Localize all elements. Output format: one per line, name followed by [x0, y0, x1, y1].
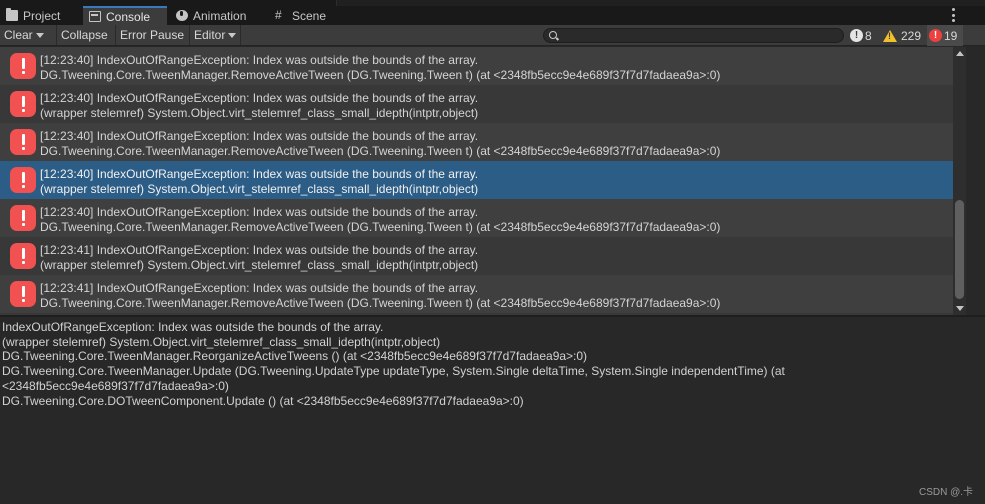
error-count-toggle[interactable]: ! 19 [927, 25, 963, 46]
error-icon [10, 167, 36, 193]
info-count: 8 [865, 28, 872, 43]
adjacent-panel-strip [336, 0, 985, 6]
scene-icon: # [275, 8, 282, 22]
log-entry[interactable]: [12:23:40] IndexOutOfRangeException: Ind… [0, 123, 953, 161]
tab-console[interactable]: Console [83, 6, 167, 25]
log-message: [12:23:41] IndexOutOfRangeException: Ind… [40, 281, 479, 295]
watermark: CSDN @.卡 [919, 487, 974, 498]
log-stack-line: DG.Tweening.Core.TweenManager.RemoveActi… [40, 220, 721, 234]
clear-label: Clear [4, 28, 33, 42]
log-message: [12:23:40] IndexOutOfRangeException: Ind… [40, 167, 479, 181]
log-message: [12:23:41] IndexOutOfRangeException: Ind… [40, 243, 479, 257]
search-icon [549, 31, 557, 39]
log-stack-line: DG.Tweening.Core.TweenManager.RemoveActi… [40, 68, 721, 82]
error-count: 19 [944, 28, 958, 43]
log-message: [12:23:40] IndexOutOfRangeException: Ind… [40, 91, 479, 105]
error-icon: ! [929, 29, 942, 42]
chevron-down-icon [228, 32, 237, 38]
detail-line: DG.Tweening.Core.DOTweenComponent.Update… [2, 394, 524, 408]
chevron-down-icon [35, 32, 44, 38]
log-stack-line: (wrapper stelemref) System.Object.virt_s… [40, 106, 479, 120]
search-field[interactable] [543, 28, 844, 43]
stack-trace-detail: IndexOutOfRangeException: Index was outs… [0, 317, 985, 504]
warning-icon [883, 29, 897, 42]
collapse-label: Collapse [61, 28, 108, 42]
log-message: [12:23:40] IndexOutOfRangeException: Ind… [40, 53, 479, 67]
log-list-scrollbar[interactable] [953, 47, 966, 315]
info-count-toggle[interactable]: ! 8 [848, 25, 876, 46]
detail-line: IndexOutOfRangeException: Index was outs… [2, 320, 384, 334]
log-entry[interactable]: [12:23:41] IndexOutOfRangeException: Ind… [0, 275, 953, 313]
log-stack-line: (wrapper stelemref) System.Object.virt_s… [40, 258, 479, 272]
error-icon [10, 281, 36, 307]
panel-menu-icon[interactable] [946, 8, 960, 22]
warning-count: 229 [901, 28, 922, 43]
error-icon [10, 243, 36, 269]
log-message: [12:23:40] IndexOutOfRangeException: Ind… [40, 129, 479, 143]
clear-button[interactable]: Clear [0, 25, 57, 45]
window-tab-bar: Project Console Animation # Scene [0, 0, 985, 25]
console-icon [89, 11, 101, 22]
tab-label: Animation [193, 8, 247, 23]
error-icon [10, 129, 36, 155]
detail-line: (wrapper stelemref) System.Object.virt_s… [2, 335, 441, 349]
log-stack-line: (wrapper stelemref) System.Object.virt_s… [40, 182, 479, 196]
scroll-down-icon[interactable] [956, 306, 964, 311]
error-pause-button[interactable]: Error Pause [116, 25, 190, 45]
detail-line: <2348fb5ecc9e4e689f37f7d7fadaea9a>:0) [2, 379, 229, 393]
search-input[interactable] [560, 29, 840, 42]
log-entry[interactable]: [12:23:40] IndexOutOfRangeException: Ind… [0, 199, 953, 237]
console-toolbar: Clear Collapse Error Pause Editor ! 8 22… [0, 25, 985, 46]
info-icon: ! [850, 29, 863, 42]
detail-line: DG.Tweening.Core.TweenManager.Update (DG… [2, 364, 785, 378]
animation-icon [176, 10, 188, 21]
tab-label: Console [106, 9, 151, 24]
tab-animation[interactable]: Animation [170, 6, 266, 25]
tab-scene[interactable]: # Scene [269, 6, 335, 25]
tab-label: Scene [292, 8, 327, 23]
log-entry-selected[interactable]: [12:23:40] IndexOutOfRangeException: Ind… [0, 161, 953, 199]
detail-line: DG.Tweening.Core.TweenManager.Reorganize… [2, 349, 588, 363]
log-stack-line: DG.Tweening.Core.TweenManager.RemoveActi… [40, 296, 721, 310]
error-icon [10, 91, 36, 117]
log-entry[interactable]: [12:23:40] IndexOutOfRangeException: Ind… [0, 47, 953, 85]
collapse-button[interactable]: Collapse [57, 25, 116, 45]
scroll-up-icon[interactable] [956, 51, 964, 56]
tab-project[interactable]: Project [0, 6, 80, 25]
error-pause-label: Error Pause [120, 28, 185, 42]
log-entry[interactable]: [12:23:40] IndexOutOfRangeException: Ind… [0, 85, 953, 123]
error-icon [10, 205, 36, 231]
warning-count-toggle[interactable]: 229 [881, 25, 925, 46]
tab-label: Project [23, 8, 61, 23]
editor-label: Editor [194, 28, 226, 42]
log-message: [12:23:40] IndexOutOfRangeException: Ind… [40, 205, 479, 219]
error-icon [10, 53, 36, 79]
folder-icon [6, 8, 18, 21]
scrollbar-thumb[interactable] [955, 200, 964, 299]
editor-dropdown[interactable]: Editor [190, 25, 241, 45]
log-entry[interactable]: [12:23:41] IndexOutOfRangeException: Ind… [0, 237, 953, 275]
console-log-list: [12:23:40] IndexOutOfRangeException: Ind… [0, 47, 953, 315]
log-stack-line: DG.Tweening.Core.TweenManager.RemoveActi… [40, 144, 721, 158]
